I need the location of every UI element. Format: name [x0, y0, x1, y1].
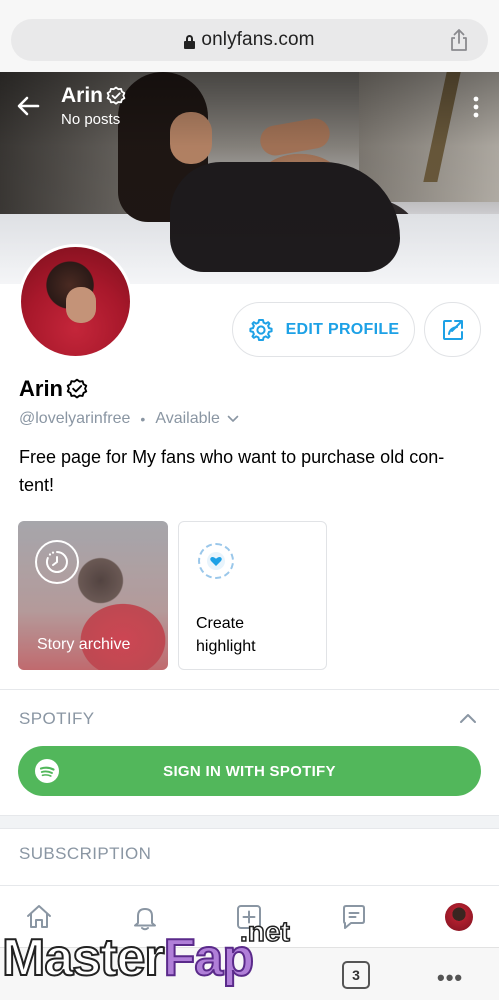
more-vertical-icon[interactable]: [473, 96, 479, 118]
edit-profile-label: EDIT PROFILE: [285, 320, 400, 338]
share-profile-icon: [441, 318, 465, 342]
more-menu-button[interactable]: •••: [437, 965, 463, 991]
profile-handle: @lovelyarinfree: [19, 410, 131, 427]
share-icon[interactable]: [448, 28, 470, 52]
watermark-suffix: .net: [239, 915, 290, 948]
story-archive-label: Story archive: [37, 636, 131, 653]
availability-status[interactable]: Available: [155, 410, 220, 428]
gear-icon: [248, 317, 274, 343]
profile-name: Arin: [19, 376, 63, 401]
divider: [0, 689, 499, 690]
chevron-down-icon[interactable]: [227, 415, 239, 423]
watermark-logo: MasterFap: [1, 928, 255, 988]
avatar[interactable]: [18, 244, 133, 359]
create-highlight-tile[interactable]: Create highlight: [178, 521, 327, 670]
browser-top-bar: onlyfans.com: [0, 0, 499, 72]
profile-name-row: Arin: [19, 376, 88, 402]
section-gap: [0, 816, 499, 828]
avatar[interactable]: [443, 901, 475, 933]
spotify-section-title: SPOTIFY: [19, 709, 95, 728]
posts-count: No posts: [61, 111, 121, 128]
create-highlight-line1: Create: [196, 615, 245, 632]
tabs-button[interactable]: 3: [342, 961, 370, 989]
spotify-button-label: SIGN IN WITH SPOTIFY: [163, 762, 336, 780]
separator-dot: •: [140, 411, 146, 427]
spotify-sign-in-button[interactable]: SIGN IN WITH SPOTIFY: [18, 746, 481, 796]
lock-icon: [184, 34, 196, 49]
heart-icon: [198, 543, 234, 579]
chevron-up-icon[interactable]: [459, 712, 477, 724]
share-profile-button[interactable]: [424, 302, 481, 357]
address-bar[interactable]: onlyfans.com: [11, 19, 488, 61]
verified-icon: [106, 86, 126, 106]
create-highlight-line2: highlight: [196, 638, 256, 655]
spotify-icon: [35, 759, 59, 783]
divider: [0, 828, 499, 829]
profile-bio: Free page for My fans who want to purcha…: [19, 447, 445, 495]
back-arrow-icon[interactable]: [14, 92, 44, 120]
cover-name-text: Arin: [61, 84, 103, 107]
verified-icon: [66, 378, 88, 400]
subscription-section-title: SUBSCRIPTION: [19, 844, 152, 863]
clock-icon: [35, 540, 79, 584]
watermark-part1: Master: [1, 928, 166, 988]
handle-row: @lovelyarinfree • Available: [19, 410, 239, 428]
edit-profile-button[interactable]: EDIT PROFILE: [232, 302, 415, 357]
url-text: onlyfans.com: [201, 29, 315, 50]
cover-profile-name: Arin: [61, 84, 126, 108]
message-icon[interactable]: [338, 901, 370, 933]
